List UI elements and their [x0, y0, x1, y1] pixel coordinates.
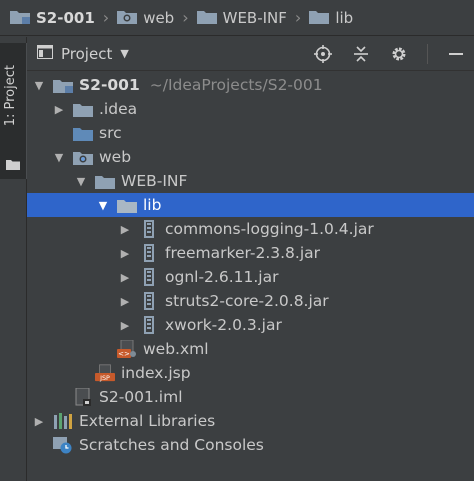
tool-window-strip: 1: Project	[0, 37, 28, 481]
tree-node-label: S2-001.iml	[99, 388, 183, 406]
breadcrumb: S2-001 › web › WEB-INF › lib	[0, 0, 474, 36]
panel-title: Project	[61, 44, 113, 63]
web-folder-icon	[73, 148, 93, 166]
source-folder-icon	[73, 124, 93, 142]
web-folder-icon	[117, 8, 138, 28]
crosshair-icon	[314, 45, 332, 63]
chevron-right-icon[interactable]: ▶	[117, 247, 133, 260]
chevron-right-icon: ›	[182, 8, 189, 27]
breadcrumb-label: web	[143, 8, 175, 27]
tree-node-label: commons-logging-1.0.4.jar	[165, 220, 374, 238]
tree-node-web[interactable]: ▼ web	[27, 145, 474, 169]
tree-node-web-inf[interactable]: ▼ WEB-INF	[27, 169, 474, 193]
tree-node-lib[interactable]: ▼ lib	[27, 193, 474, 217]
chevron-right-icon: ›	[294, 8, 302, 27]
folder-icon	[309, 8, 330, 28]
tree-node-label: web	[99, 148, 132, 166]
breadcrumb-label: S2-001	[36, 8, 95, 27]
jar-icon	[139, 316, 159, 334]
breadcrumb-item-s2-001[interactable]: S2-001 ›	[10, 8, 117, 28]
tree-node-label: External Libraries	[79, 412, 216, 430]
breadcrumb-item-lib[interactable]: lib	[309, 8, 353, 28]
project-tool-tab[interactable]: 1: Project	[0, 43, 28, 179]
module-folder-icon	[10, 8, 30, 28]
tree-node-jar[interactable]: ▶ ognl-2.6.11.jar	[27, 265, 474, 289]
project-tree: ▼ S2-001 ~/IdeaProjects/S2-001 ▶ .idea s…	[27, 73, 474, 457]
breadcrumb-item-web[interactable]: web ›	[117, 8, 196, 28]
tree-node-label: freemarker-2.3.8.jar	[165, 244, 321, 262]
chevron-right-icon[interactable]: ▶	[117, 223, 133, 236]
tree-node-external-libraries[interactable]: ▶ External Libraries	[27, 409, 474, 433]
jar-icon	[139, 244, 159, 262]
jar-icon	[139, 268, 159, 286]
minimize-icon	[449, 53, 463, 55]
tree-node-iml[interactable]: S2-001.iml	[27, 385, 474, 409]
tree-node-jar[interactable]: ▶ struts2-core-2.0.8.jar	[27, 289, 474, 313]
project-window-icon	[37, 44, 53, 63]
tree-node-label: index.jsp	[121, 364, 191, 382]
module-folder-icon	[53, 76, 73, 94]
chevron-down-icon[interactable]: ▼	[73, 175, 89, 188]
hide-panel-button[interactable]	[446, 44, 466, 64]
locate-file-button[interactable]	[313, 44, 333, 64]
breadcrumb-item-web-inf[interactable]: WEB-INF ›	[196, 8, 310, 28]
project-path: ~/IdeaProjects/S2-001	[149, 76, 323, 94]
tree-node-label: WEB-INF	[121, 172, 188, 190]
breadcrumb-label: lib	[335, 8, 354, 27]
folder-icon	[95, 172, 115, 190]
tree-node-scratches[interactable]: Scratches and Consoles	[27, 433, 474, 457]
chevron-right-icon[interactable]: ▶	[117, 319, 133, 332]
chevron-down-icon[interactable]: ▼	[51, 151, 67, 164]
scratches-icon	[53, 436, 73, 454]
tree-node-jar[interactable]: ▶ freemarker-2.3.8.jar	[27, 241, 474, 265]
tree-node-idea[interactable]: ▶ .idea	[27, 97, 474, 121]
tree-node-src[interactable]: src	[27, 121, 474, 145]
folder-icon	[6, 155, 20, 174]
tree-node-label: ognl-2.6.11.jar	[165, 268, 279, 286]
settings-button[interactable]	[389, 44, 409, 64]
breadcrumb-label: WEB-INF	[222, 8, 287, 27]
collapse-all-button[interactable]	[351, 44, 371, 64]
chevron-down-icon[interactable]: ▼	[31, 79, 47, 92]
view-selector[interactable]: Project ▼	[37, 44, 129, 63]
panel-toolbar	[313, 37, 466, 71]
library-icon	[53, 412, 73, 430]
toolbar-divider	[427, 44, 428, 64]
jsp-file-icon: JSP	[95, 364, 115, 382]
chevron-right-icon[interactable]: ▶	[51, 103, 67, 116]
tree-node-label: .idea	[99, 100, 138, 118]
tree-node-jar[interactable]: ▶ xwork-2.0.3.jar	[27, 313, 474, 337]
tree-node-index-jsp[interactable]: JSP index.jsp	[27, 361, 474, 385]
tree-node-root[interactable]: ▼ S2-001 ~/IdeaProjects/S2-001	[27, 73, 474, 97]
panel-header: Project ▼	[27, 37, 474, 71]
tree-node-label: S2-001	[79, 76, 140, 94]
tree-node-label: web.xml	[143, 340, 209, 358]
chevron-down-icon[interactable]: ▼	[95, 199, 111, 212]
project-panel: Project ▼ ▼ S2-001 ~/IdeaProjects/S2-001…	[27, 37, 474, 481]
svg-text:JSP: JSP	[99, 375, 110, 382]
svg-text:<>: <>	[118, 350, 130, 358]
chevron-right-icon: ›	[102, 8, 110, 27]
web-xml-file-icon: <>	[117, 340, 137, 358]
chevron-right-icon[interactable]: ▶	[117, 295, 133, 308]
tree-node-web-xml[interactable]: <> web.xml	[27, 337, 474, 361]
tree-node-label: xwork-2.0.3.jar	[165, 316, 282, 334]
folder-icon	[73, 100, 93, 118]
tree-node-label: struts2-core-2.0.8.jar	[165, 292, 329, 310]
gear-icon	[392, 47, 406, 61]
chevron-right-icon[interactable]: ▶	[117, 271, 133, 284]
folder-icon	[196, 8, 217, 28]
jar-icon	[139, 220, 159, 238]
jar-icon	[139, 292, 159, 310]
collapse-all-icon	[354, 46, 368, 62]
tree-node-label: Scratches and Consoles	[79, 436, 264, 454]
chevron-down-icon: ▼	[120, 47, 129, 60]
chevron-right-icon[interactable]: ▶	[31, 415, 47, 428]
tree-node-label: src	[99, 124, 122, 142]
tree-node-label: lib	[143, 196, 162, 214]
project-tool-tab-label: 1: Project	[3, 65, 18, 127]
folder-icon	[117, 196, 137, 214]
tree-node-jar[interactable]: ▶ commons-logging-1.0.4.jar	[27, 217, 474, 241]
module-file-icon	[73, 388, 93, 406]
